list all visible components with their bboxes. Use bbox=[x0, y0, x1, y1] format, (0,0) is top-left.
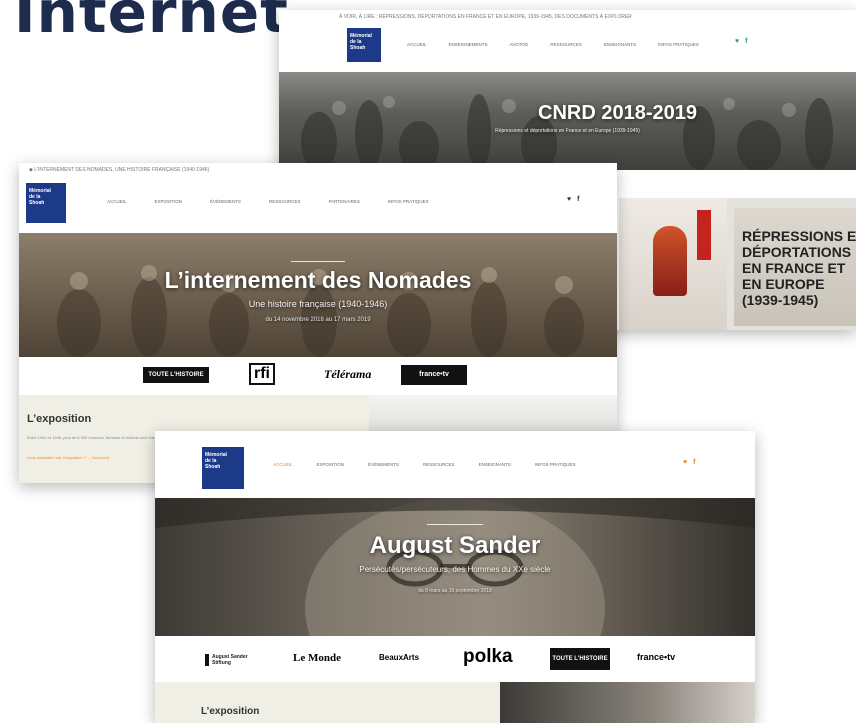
sander-menu: ACCUEIL EXPOSITION ÉVÉNEMENTS RESSOURCES… bbox=[273, 462, 576, 467]
sander-nav: Mémorial de la Shoah ACCUEIL EXPOSITION … bbox=[155, 431, 755, 498]
cnrd-social: ♥ f bbox=[735, 38, 748, 45]
nomades-menu: ACCUEIL EXPOSITION ÉVÉNEMENTS RESSOURCES… bbox=[107, 199, 429, 204]
partner-logo[interactable]: france•tv bbox=[637, 652, 675, 662]
sander-section-title: L’exposition bbox=[201, 706, 260, 717]
sander-hero-date: du 8 mars au 15 septembre 2018 bbox=[418, 588, 492, 594]
poster-line: (1939-1945) bbox=[742, 292, 819, 308]
sander-menu-item[interactable]: ENSEIGNANTS bbox=[479, 462, 511, 467]
facebook-icon[interactable]: f bbox=[745, 38, 747, 45]
partner-logo[interactable]: Télérama bbox=[324, 367, 371, 382]
visitor-figure bbox=[653, 226, 687, 296]
sander-partners: August Sander Stiftung Le Monde BeauxArt… bbox=[155, 636, 755, 682]
facebook-icon[interactable]: f bbox=[577, 196, 579, 203]
nomades-social: ♥ f bbox=[567, 196, 580, 203]
nomades-hero-title: L’internement des Nomades bbox=[164, 267, 472, 293]
nomades-section-title: L’exposition bbox=[27, 413, 92, 425]
cnrd-logo[interactable]: Mémorial de la Shoah bbox=[347, 28, 381, 62]
hero-divider bbox=[291, 261, 345, 262]
cnrd-hero-title: CNRD 2018-2019 bbox=[538, 102, 697, 124]
partner-logo[interactable]: rfi bbox=[249, 363, 275, 385]
cnrd-menu: ACCUEIL ENSEIGNEMENTS AVOTOG RESSOURCES … bbox=[407, 42, 699, 47]
nomades-hero: L’internement des Nomades Une histoire f… bbox=[19, 233, 617, 357]
twitter-icon[interactable]: ♥ bbox=[683, 459, 687, 466]
nomades-partners: TOUTE L'HISTOIRE rfi Télérama france•tv bbox=[19, 357, 617, 395]
sander-menu-item-active[interactable]: ACCUEIL bbox=[273, 462, 293, 467]
nomades-logo[interactable]: Mémorial de la Shoah bbox=[26, 183, 66, 223]
cnrd-menu-item[interactable]: RESSOURCES bbox=[550, 42, 582, 47]
nomades-menu-item[interactable]: EXPOSITION bbox=[155, 199, 183, 204]
sander-side-photo bbox=[500, 682, 755, 723]
red-banner bbox=[697, 210, 711, 260]
twitter-icon[interactable]: ♥ bbox=[567, 196, 571, 203]
partner-logo[interactable]: August Sander Stiftung bbox=[205, 654, 256, 666]
sander-menu-item[interactable]: RESSOURCES bbox=[423, 462, 455, 467]
cnrd-menu-item[interactable]: AVOTOG bbox=[510, 42, 529, 47]
nomades-menu-item[interactable]: ACCUEIL bbox=[107, 199, 127, 204]
poster-line: EN EUROPE bbox=[742, 276, 825, 292]
children-photo bbox=[57, 265, 584, 357]
twitter-icon[interactable]: ♥ bbox=[735, 38, 739, 45]
cnrd-menu-item[interactable]: ACCUEIL bbox=[407, 42, 427, 47]
sander-menu-item[interactable]: EXPOSITION bbox=[317, 462, 345, 467]
cnrd-hero-subtitle: Répressions et déportations en France et… bbox=[495, 128, 640, 134]
cnrd-topbar: À VOIR, À LIRE : RÉPRESSIONS, DÉPORTATIO… bbox=[339, 14, 632, 20]
nomades-menu-item[interactable]: INFOS PRATIQUES bbox=[388, 199, 429, 204]
cnrd-menu-item[interactable]: ENSEIGNEMENTS bbox=[449, 42, 488, 47]
nomades-nav: Mémorial de la Shoah ACCUEIL EXPOSITION … bbox=[19, 177, 617, 233]
poster-line: DÉPORTATIONS bbox=[742, 244, 852, 260]
facebook-icon[interactable]: f bbox=[693, 459, 695, 466]
sander-logo[interactable]: Mémorial de la Shoah bbox=[202, 447, 244, 489]
hero-divider bbox=[427, 524, 483, 525]
page-heading: Internet bbox=[14, 0, 289, 46]
exhibition-photo bbox=[619, 198, 727, 330]
nomades-menu-item[interactable]: RESSOURCES bbox=[269, 199, 301, 204]
partner-logo[interactable]: france•tv bbox=[401, 365, 467, 385]
cnrd-nav: Mémorial de la Shoah ACCUEIL ENSEIGNEMEN… bbox=[279, 24, 856, 64]
sander-hero-subtitle: Persécutés/persécuteurs, des Hommes du X… bbox=[359, 565, 551, 574]
poster-line: EN FRANCE ET bbox=[742, 260, 846, 276]
partner-logo[interactable]: TOUTE L'HISTOIRE bbox=[550, 648, 610, 670]
cnrd-lower: RÉPRESSIONS E DÉPORTATIONS EN FRANCE ET … bbox=[619, 198, 856, 330]
cnrd-menu-item[interactable]: INFOS PRATIQUES bbox=[658, 42, 699, 47]
cnrd-hero: CNRD 2018-2019 Répressions et déportatio… bbox=[279, 72, 856, 170]
cnrd-menu-item[interactable]: ENSEIGNANTS bbox=[604, 42, 636, 47]
sander-menu-item[interactable]: INFOS PRATIQUES bbox=[535, 462, 576, 467]
screenshot-sander: Mémorial de la Shoah ACCUEIL EXPOSITION … bbox=[155, 431, 755, 723]
nomades-hero-date: du 14 novembre 2018 au 17 mars 2019 bbox=[265, 317, 371, 323]
nomades-menu-item[interactable]: ÉVÉNEMENTS bbox=[210, 199, 241, 204]
nomades-topbar: ◆ L'INTERNEMENT DES NOMADES, UNE HISTOIR… bbox=[29, 167, 210, 173]
partner-logo[interactable]: BeauxArts bbox=[379, 653, 419, 662]
partner-logo[interactable]: TOUTE L'HISTOIRE bbox=[143, 367, 209, 383]
sander-hero-title: August Sander bbox=[369, 532, 541, 559]
partner-logo[interactable]: Le Monde bbox=[293, 652, 341, 664]
sander-social: ♥ f bbox=[683, 459, 696, 466]
partner-logo[interactable]: polka bbox=[463, 646, 513, 668]
sander-intro: L’exposition bbox=[155, 682, 500, 723]
poster-line: RÉPRESSIONS E bbox=[742, 228, 856, 244]
sander-menu-item[interactable]: ÉVÉNEMENTS bbox=[368, 462, 399, 467]
exhibition-poster: RÉPRESSIONS E DÉPORTATIONS EN FRANCE ET … bbox=[734, 208, 856, 326]
nomades-menu-item[interactable]: PARTENAIRES bbox=[329, 199, 360, 204]
sander-hero: August Sander Persécutés/persécuteurs, d… bbox=[155, 498, 755, 636]
nomades-hero-subtitle: Une histoire française (1940-1946) bbox=[248, 299, 388, 309]
